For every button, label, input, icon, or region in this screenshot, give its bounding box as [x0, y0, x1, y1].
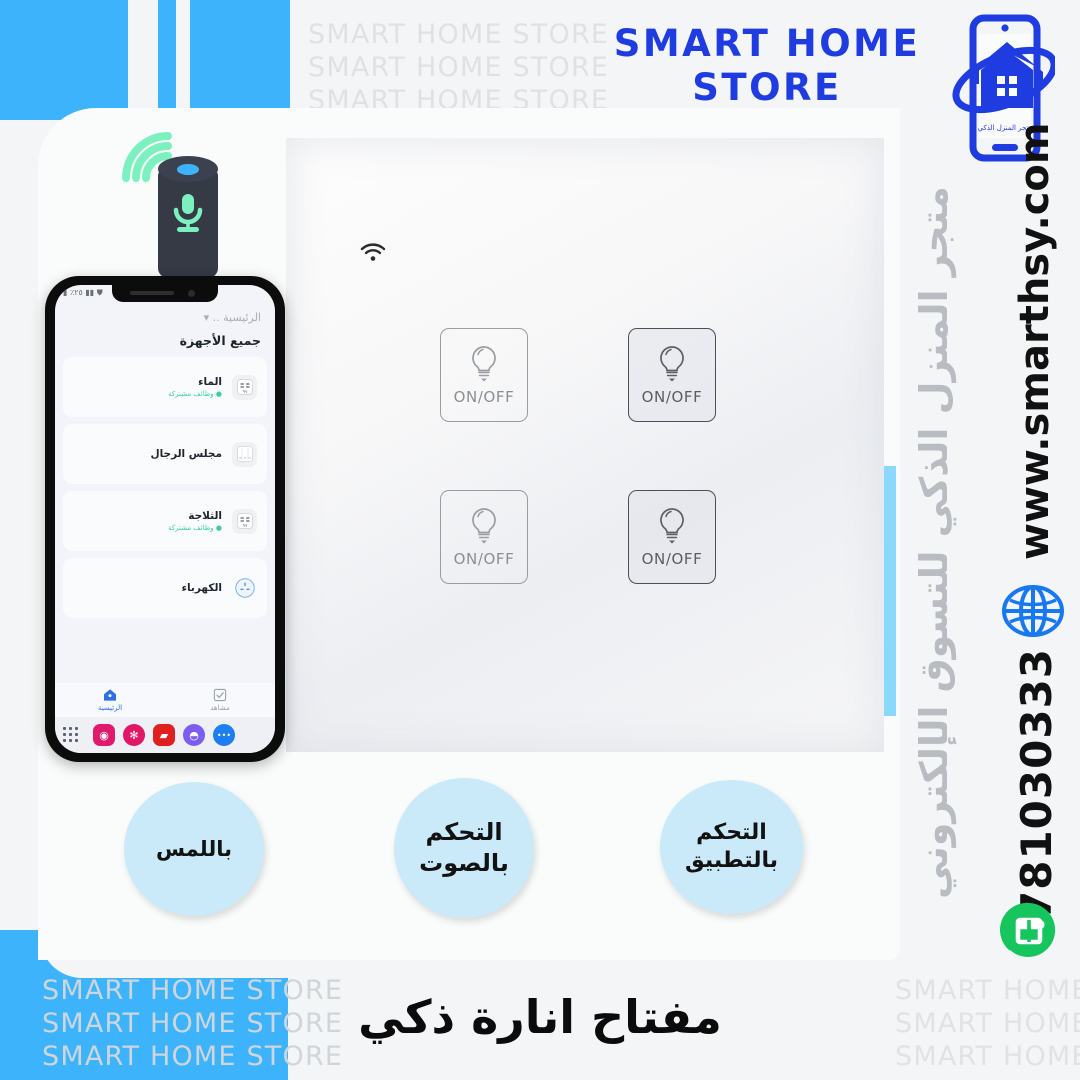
device-subtitle: ● وظائف مشتركة	[168, 524, 222, 532]
decor-blue-bar-3	[158, 0, 176, 120]
feature-voice: التحكم بالصوت	[394, 778, 534, 918]
messages-icon[interactable]: •••	[213, 724, 235, 746]
phone-mockup: ▮ ٪٢٥ ▮▮ ⛊ الرئيسية .. ▾ جميع الأجهزة ٩٧	[45, 276, 285, 762]
feature-app-label: التحكم بالتطبيق	[685, 819, 778, 873]
poster-canvas: SMART HOME STORE SMART HOME STORE SMART …	[0, 0, 1080, 1080]
phone-dock: ◉ ✻ ▰ ◓ •••	[55, 717, 275, 753]
bulb-icon	[660, 346, 684, 382]
watermark-bottom-left: SMART HOME STORE SMART HOME STORE SMART …	[42, 975, 344, 1072]
website-vertical[interactable]: www.smarthsy.com	[1012, 122, 1058, 560]
bulb-icon	[472, 508, 496, 544]
nav-label-scenes: مشاهد	[210, 704, 230, 712]
list-item[interactable]: ٩٧ الماء ● وظائف مشتركة	[63, 357, 267, 417]
list-item[interactable]: مجلس الرجال	[63, 424, 267, 484]
smart-speaker-icon	[118, 128, 268, 288]
browser-icon-glyph: ◓	[189, 728, 199, 742]
plug-circle-icon	[232, 576, 257, 601]
brand-logo-line2: STORE	[692, 66, 842, 109]
decor-blue-bar-4	[190, 0, 290, 120]
switch-button-1[interactable]: ON/OFF	[440, 328, 528, 422]
switch-button-2-label: ON/OFF	[641, 388, 703, 406]
chevron-down-icon: ▾	[203, 311, 210, 324]
flipboard-icon-glyph: ▰	[159, 728, 169, 742]
wifi-icon	[360, 243, 386, 261]
switch-button-3-label: ON/OFF	[453, 550, 515, 568]
camera-icon[interactable]: ◉	[93, 724, 115, 746]
list-item[interactable]: الكهرباء	[63, 558, 267, 618]
smart-switch-panel	[286, 138, 884, 752]
socket-icon: ٩٧	[232, 508, 257, 534]
brand-logo-text: SMART HOME STORE	[612, 22, 922, 110]
device-status-dot: ●	[215, 524, 222, 532]
switch-button-4-label: ON/OFF	[641, 550, 703, 568]
decor-blue-bar-1	[0, 0, 120, 120]
nav-item-scenes[interactable]: مشاهد	[165, 683, 275, 717]
device-name: الثلاجة	[188, 510, 222, 522]
watermark-top: SMART HOME STORE SMART HOME STORE SMART …	[308, 19, 610, 116]
list-item-texts: مجلس الرجال	[150, 448, 222, 460]
bulb-icon	[660, 508, 684, 544]
scenes-icon	[213, 688, 227, 702]
camera-icon-glyph: ◉	[99, 728, 109, 742]
feature-touch: باللمس	[124, 782, 264, 916]
watermark-bottom-right: SMART HOME SMART HOME SMART HOME	[895, 975, 1080, 1072]
snowflake-icon-glyph: ✻	[129, 728, 139, 742]
list-item-texts: الثلاجة ● وظائف مشتركة	[168, 510, 222, 532]
switch-button-3[interactable]: ON/OFF	[440, 490, 528, 584]
phone-notch	[112, 285, 218, 302]
phone-camera	[188, 290, 195, 297]
speaker-led	[177, 164, 199, 175]
microphone-icon	[173, 194, 203, 232]
decor-blue-accent-right	[884, 466, 896, 716]
socket-icon: ٩٧	[232, 374, 257, 400]
home-selector[interactable]: الرئيسية .. ▾	[55, 307, 275, 324]
device-name: الكهرباء	[181, 582, 222, 594]
bulb-icon	[472, 346, 496, 382]
brand-logo-line1: SMART HOME	[613, 22, 921, 65]
browser-icon[interactable]: ◓	[183, 724, 205, 746]
svg-text:٩٧: ٩٧	[242, 524, 247, 529]
devices-section-title: جميع الأجهزة	[179, 333, 261, 348]
device-subtitle-text: وظائف مشتركة	[168, 390, 214, 398]
device-subtitle-text: وظائف مشتركة	[168, 524, 214, 532]
home-icon	[104, 689, 116, 701]
feature-touch-label: باللمس	[156, 836, 232, 861]
switch-button-2[interactable]: ON/OFF	[628, 328, 716, 422]
nav-label-home: الرئيسية	[97, 704, 123, 712]
list-item-texts: الكهرباء	[182, 582, 222, 594]
globe-icon	[1002, 585, 1064, 637]
tagline-vertical: متجر المنزل الذكي للتسوق الإلكتروني	[912, 186, 956, 899]
switch-button-1-label: ON/OFF	[453, 388, 515, 406]
app-header: الرئيسية .. ▾ جميع الأجهزة	[55, 307, 275, 354]
feature-voice-label: التحكم بالصوت	[419, 818, 509, 877]
device-status-dot: ●	[215, 390, 222, 398]
messages-icon-glyph: •••	[216, 730, 232, 740]
device-name: مجلس الرجال	[150, 448, 222, 460]
phone-speaker-slot	[130, 291, 174, 295]
feature-app: التحكم بالتطبيق	[660, 780, 803, 914]
device-name: الماء	[198, 376, 222, 388]
phone-screen: ▮ ٪٢٥ ▮▮ ⛊ الرئيسية .. ▾ جميع الأجهزة ٩٧	[55, 285, 275, 753]
home-selector-label: الرئيسية ..	[212, 311, 261, 324]
decor-blue-bar-2	[110, 0, 128, 120]
switch-button-4[interactable]: ON/OFF	[628, 490, 716, 584]
device-subtitle: ● وظائف مشتركة	[168, 390, 222, 398]
nav-item-home[interactable]: الرئيسية	[55, 683, 165, 717]
device-list: ٩٧ الماء ● وظائف مشتركة مجلس الرجال ٩٧ ا…	[55, 357, 275, 625]
app-bottom-nav: الرئيسية مشاهد	[55, 683, 275, 717]
switch-panel-icon	[232, 441, 257, 467]
list-item-texts: الماء ● وظائف مشتركة	[168, 376, 222, 398]
product-title: مفتاح انارة ذكي	[358, 990, 722, 1044]
snowflake-icon[interactable]: ✻	[123, 724, 145, 746]
flipboard-icon[interactable]: ▰	[153, 724, 175, 746]
whatsapp-icon[interactable]	[998, 900, 1060, 962]
phone-statusbar: ▮ ٪٢٥ ▮▮ ⛊	[63, 288, 103, 297]
list-item[interactable]: ٩٧ الثلاجة ● وظائف مشتركة	[63, 491, 267, 551]
svg-text:٩٧: ٩٧	[242, 390, 247, 395]
phone-number-vertical[interactable]: 781030333	[1012, 648, 1061, 920]
apps-grid-icon[interactable]	[63, 727, 79, 743]
